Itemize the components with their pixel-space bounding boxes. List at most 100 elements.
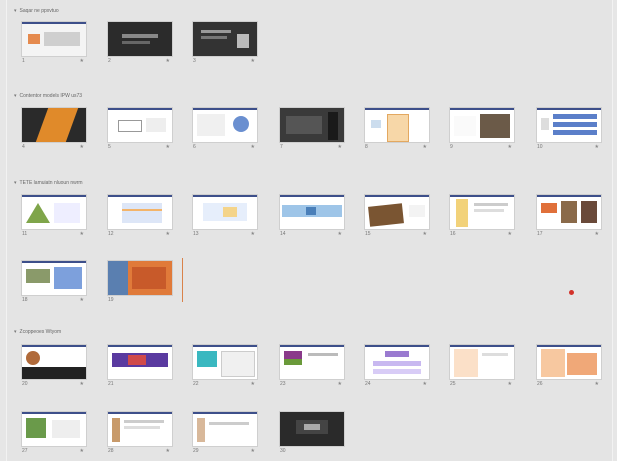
- slide-thumbnail-2[interactable]: 2 ★: [108, 22, 172, 66]
- slide-number: 24: [365, 381, 371, 387]
- slide-thumbnail-27[interactable]: 27 ★: [22, 412, 86, 456]
- slide-thumbnail-24[interactable]: 24 ★: [365, 345, 429, 389]
- star-icon[interactable]: ★: [80, 297, 84, 303]
- slide-preview: [365, 345, 429, 379]
- slide-preview: [108, 22, 172, 56]
- star-icon[interactable]: ★: [508, 144, 512, 150]
- star-icon[interactable]: ★: [423, 231, 427, 237]
- star-icon[interactable]: ★: [595, 231, 599, 237]
- star-icon[interactable]: ★: [80, 144, 84, 150]
- star-icon[interactable]: ★: [80, 58, 84, 64]
- slide-thumbnail-10[interactable]: 10 ★: [537, 108, 601, 152]
- slide-thumbnail-12[interactable]: 12 ★: [108, 195, 172, 239]
- slide-preview: [108, 108, 172, 142]
- star-icon[interactable]: ★: [338, 381, 342, 387]
- slide-thumbnail-7[interactable]: 7 ★: [280, 108, 344, 152]
- slide-thumbnail-16[interactable]: 16 ★: [450, 195, 514, 239]
- slide-thumbnail-26[interactable]: 26 ★: [537, 345, 601, 389]
- slide-thumbnail-4[interactable]: 4 ★: [22, 108, 86, 152]
- collapse-triangle-icon[interactable]: ▾: [14, 6, 17, 16]
- star-icon[interactable]: ★: [251, 448, 255, 454]
- star-icon[interactable]: ★: [80, 448, 84, 454]
- slide-preview: [108, 261, 172, 295]
- slide-number: 8: [365, 144, 368, 150]
- section-header-1[interactable]: ▾ Saqar ne ppxvtuo: [14, 6, 59, 16]
- slide-number: 23: [280, 381, 286, 387]
- slide-thumbnail-9[interactable]: 9 ★: [450, 108, 514, 152]
- slide-number: 20: [22, 381, 28, 387]
- collapse-triangle-icon[interactable]: ▾: [14, 91, 17, 101]
- slide-thumbnail-15[interactable]: 15 ★: [365, 195, 429, 239]
- star-icon[interactable]: ★: [508, 381, 512, 387]
- star-icon[interactable]: ★: [80, 231, 84, 237]
- collapse-triangle-icon[interactable]: ▾: [14, 327, 17, 337]
- star-icon[interactable]: ★: [251, 58, 255, 64]
- slide-thumbnail-22[interactable]: 22 ★: [193, 345, 257, 389]
- slide-preview: [280, 108, 344, 142]
- slide-number: 1: [22, 58, 25, 64]
- slide-number: 12: [108, 231, 114, 237]
- slide-number: 2: [108, 58, 111, 64]
- slide-thumbnail-5[interactable]: 5 ★: [108, 108, 172, 152]
- star-icon[interactable]: ★: [251, 381, 255, 387]
- slide-preview: [108, 412, 172, 446]
- slide-thumbnail-18[interactable]: 18 ★: [22, 261, 86, 305]
- star-icon[interactable]: ★: [423, 144, 427, 150]
- slide-thumbnail-29[interactable]: 29 ★: [193, 412, 257, 456]
- slide-thumbnail-25[interactable]: 25 ★: [450, 345, 514, 389]
- slide-thumbnail-28[interactable]: 28 ★: [108, 412, 172, 456]
- section-header-4[interactable]: ▾ Zcoppeoes Wtyom: [14, 327, 61, 337]
- slide-thumbnail-20[interactable]: 20 ★: [22, 345, 86, 389]
- star-icon[interactable]: ★: [80, 381, 84, 387]
- slide-thumbnail-1[interactable]: 1 ★: [22, 22, 86, 66]
- slide-thumbnail-6[interactable]: 6 ★: [193, 108, 257, 152]
- section-header-3[interactable]: ▾ TETE lamuiatn nluoun nwrm: [14, 178, 83, 188]
- star-icon[interactable]: ★: [595, 381, 599, 387]
- recording-dot: [569, 290, 574, 295]
- slide-number: 19: [108, 297, 114, 303]
- slide-number: 17: [537, 231, 543, 237]
- slide-preview: [280, 412, 344, 446]
- slide-preview: [108, 345, 172, 379]
- slide-thumbnail-30[interactable]: 30: [280, 412, 344, 456]
- star-icon[interactable]: ★: [166, 58, 170, 64]
- slide-preview: [365, 195, 429, 229]
- slide-thumbnail-13[interactable]: 13 ★: [193, 195, 257, 239]
- slide-number: 11: [22, 231, 28, 237]
- slide-number: 7: [280, 144, 283, 150]
- star-icon[interactable]: ★: [251, 144, 255, 150]
- slide-preview: [193, 195, 257, 229]
- slide-preview: [22, 108, 86, 142]
- slide-preview: [108, 195, 172, 229]
- slide-thumbnail-21[interactable]: 21: [108, 345, 172, 389]
- slide-thumbnail-3[interactable]: 3 ★: [193, 22, 257, 66]
- slide-thumbnail-19[interactable]: 19: [108, 261, 172, 305]
- slide-number: 27: [22, 448, 28, 454]
- selection-marker: [182, 258, 183, 302]
- star-icon[interactable]: ★: [338, 144, 342, 150]
- slide-number: 22: [193, 381, 199, 387]
- slide-preview: [22, 22, 86, 56]
- slide-number: 9: [450, 144, 453, 150]
- slide-thumbnail-11[interactable]: 11 ★: [22, 195, 86, 239]
- star-icon[interactable]: ★: [166, 231, 170, 237]
- slide-number: 25: [450, 381, 456, 387]
- slide-preview: [22, 195, 86, 229]
- star-icon[interactable]: ★: [338, 231, 342, 237]
- collapse-triangle-icon[interactable]: ▾: [14, 178, 17, 188]
- slide-number: 6: [193, 144, 196, 150]
- slide-number: 13: [193, 231, 199, 237]
- slide-thumbnail-8[interactable]: 8 ★: [365, 108, 429, 152]
- slide-thumbnail-17[interactable]: 17 ★: [537, 195, 601, 239]
- star-icon[interactable]: ★: [595, 144, 599, 150]
- slide-preview: [450, 195, 514, 229]
- star-icon[interactable]: ★: [251, 231, 255, 237]
- star-icon[interactable]: ★: [166, 448, 170, 454]
- star-icon[interactable]: ★: [423, 381, 427, 387]
- star-icon[interactable]: ★: [508, 231, 512, 237]
- slide-thumbnail-14[interactable]: 14 ★: [280, 195, 344, 239]
- slide-thumbnail-23[interactable]: 23 ★: [280, 345, 344, 389]
- slide-number: 21: [108, 381, 114, 387]
- star-icon[interactable]: ★: [166, 144, 170, 150]
- section-header-2[interactable]: ▾ Contentor models IPW us73: [14, 91, 82, 101]
